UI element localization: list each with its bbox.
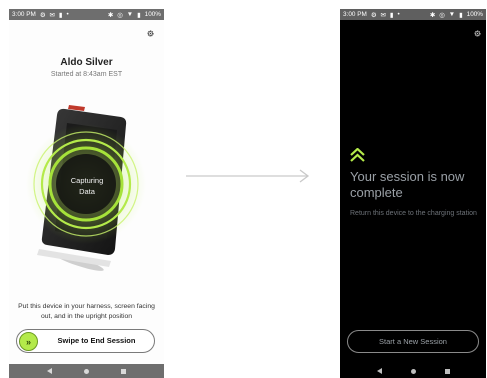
bluetooth-icon: ✱ xyxy=(429,11,436,19)
recents-icon[interactable] xyxy=(444,368,450,374)
mail-icon: ✉ xyxy=(49,11,55,19)
status-bar: 3:00 PM ⚙ ✉ ▮ • ✱ ◎ ▼ ▮ 100% xyxy=(340,9,486,20)
gear-icon[interactable] xyxy=(146,29,155,38)
completion-title: Your session is now complete xyxy=(350,169,465,200)
location-icon: ◎ xyxy=(117,11,123,19)
nav-bar xyxy=(9,364,164,378)
nav-bar xyxy=(340,364,486,378)
status-time: 3:00 PM xyxy=(343,11,367,18)
capturing-status: Capturing Data xyxy=(61,175,113,197)
dot-icon: • xyxy=(66,11,69,18)
battery-percent: 100% xyxy=(466,11,483,18)
wifi-icon: ▼ xyxy=(448,11,456,18)
person-icon: ▮ xyxy=(58,11,63,19)
bluetooth-icon: ✱ xyxy=(107,11,114,19)
back-icon[interactable] xyxy=(47,368,52,374)
location-icon: ◎ xyxy=(439,11,445,19)
status-bar: 3:00 PM ⚙ ✉ ▮ • ✱ ◎ ▼ ▮ 100% xyxy=(9,9,164,20)
back-icon[interactable] xyxy=(376,368,382,374)
home-icon[interactable] xyxy=(84,368,89,374)
status-time: 3:00 PM xyxy=(12,11,36,18)
capture-screen: 3:00 PM ⚙ ✉ ▮ • ✱ ◎ ▼ ▮ 100% Aldo Silver… xyxy=(9,9,164,378)
double-chevron-right-icon[interactable]: » xyxy=(19,332,38,351)
swipe-label: Swipe to End Session xyxy=(57,336,136,345)
swipe-to-end-slider[interactable]: » Swipe to End Session xyxy=(16,329,155,353)
battery-icon: ▮ xyxy=(137,11,141,19)
person-icon: ▮ xyxy=(389,11,394,19)
session-start-time: Started at 8:43am EST xyxy=(50,71,123,78)
recents-icon[interactable] xyxy=(121,368,126,374)
battery-percent: 100% xyxy=(144,11,161,18)
settings-status-icon: ⚙ xyxy=(39,11,46,19)
user-name: Aldo Silver xyxy=(60,57,113,68)
start-new-session-button[interactable]: Start a New Session xyxy=(347,330,479,353)
capturing-line-1: Capturing xyxy=(70,176,104,185)
settings-status-icon: ⚙ xyxy=(370,11,377,19)
session-complete-screen: 3:00 PM ⚙ ✉ ▮ • ✱ ◎ ▼ ▮ 100% Your sessio… xyxy=(340,9,486,378)
home-icon[interactable] xyxy=(410,368,416,374)
mail-icon: ✉ xyxy=(380,11,386,19)
battery-icon: ▮ xyxy=(459,11,463,19)
dot-icon: • xyxy=(397,11,400,18)
wifi-icon: ▼ xyxy=(126,11,134,18)
placement-instruction: Put this device in your harness, screen … xyxy=(18,303,155,320)
capturing-line-2: Data xyxy=(79,187,95,196)
gear-icon[interactable] xyxy=(473,29,482,38)
double-chevron-up-icon xyxy=(350,148,365,162)
completion-subtitle: Return this device to the charging stati… xyxy=(350,210,477,217)
transition-arrow-icon xyxy=(186,169,310,183)
